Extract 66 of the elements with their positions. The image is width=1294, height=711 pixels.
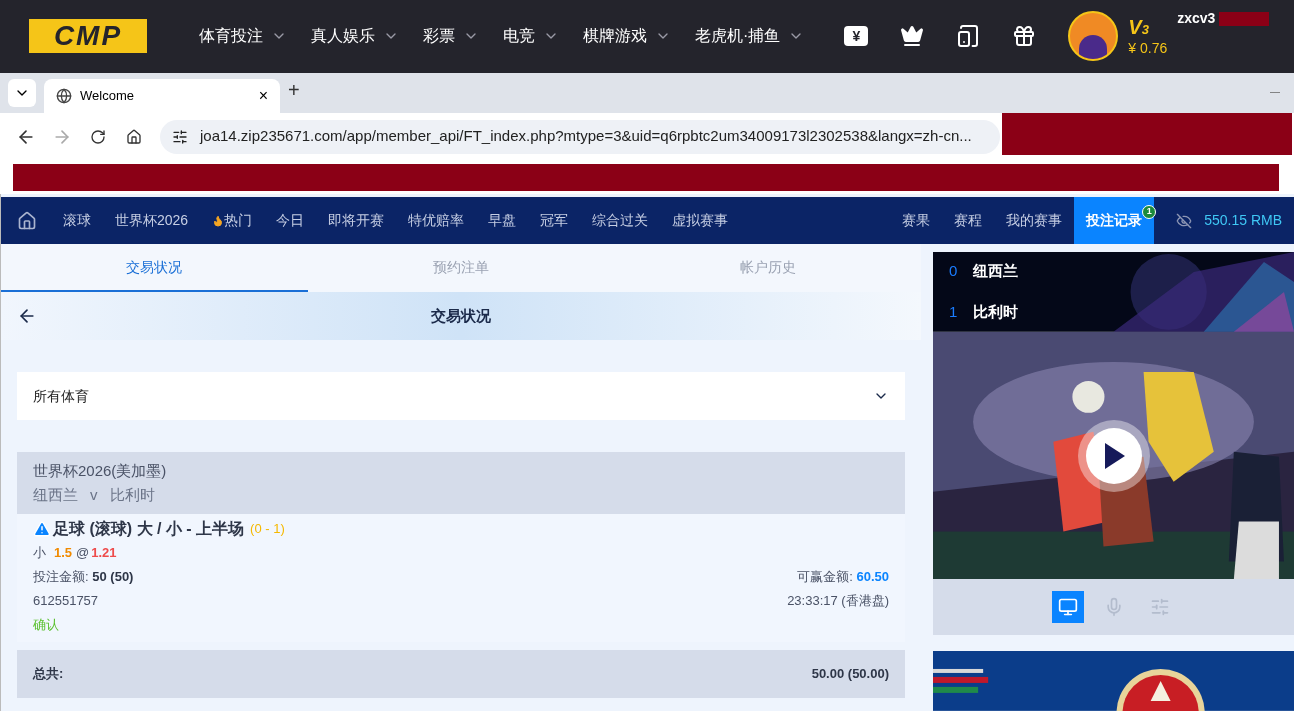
- versus: v: [90, 485, 98, 505]
- nav-item[interactable]: 冠军: [528, 210, 581, 231]
- selection: 小: [33, 544, 46, 562]
- avatar[interactable]: [1068, 11, 1119, 61]
- market-name: 足球 (滚球) 大 / 小 - 上半场: [53, 520, 245, 538]
- nav-item[interactable]: 虚拟赛事: [660, 210, 741, 231]
- monitor-icon[interactable]: [1051, 591, 1084, 624]
- team-name: 纽西兰: [33, 485, 78, 505]
- balance: ¥ 0.76: [1128, 39, 1168, 58]
- ticket-number: 612551757: [33, 592, 99, 610]
- globe-icon: [56, 88, 72, 104]
- count-badge: 1: [1142, 205, 1157, 219]
- close-button[interactable]: ×: [258, 84, 268, 108]
- tab-list-button[interactable]: [8, 79, 36, 107]
- total-value: 50.00 (50.00): [811, 665, 889, 684]
- menu-item[interactable]: 真人娱乐: [311, 24, 399, 48]
- hide-balance-icon[interactable]: [1176, 212, 1193, 229]
- gift-icon[interactable]: [1012, 24, 1037, 48]
- menu-item[interactable]: 电竞: [503, 24, 559, 48]
- menu-item[interactable]: 彩票: [423, 24, 479, 48]
- nav-item[interactable]: 即将开赛: [316, 210, 397, 231]
- bet-time: 23:33:17 (香港盘): [787, 592, 889, 610]
- sport-dropdown[interactable]: 所有体育: [17, 372, 905, 420]
- nav-item[interactable]: 热门: [200, 210, 265, 231]
- username: zxcv3: [1177, 9, 1216, 28]
- nav-item[interactable]: 我的赛事: [994, 197, 1075, 244]
- reload-icon[interactable]: [90, 128, 106, 145]
- nav-item[interactable]: 赛果: [890, 197, 943, 244]
- tab-title: Welcome: [80, 87, 135, 106]
- home-icon[interactable]: [17, 210, 37, 231]
- home-icon[interactable]: [126, 128, 142, 145]
- flame-icon: [212, 214, 225, 227]
- ticket-icon[interactable]: ¥: [844, 26, 869, 46]
- odds: 1.21: [91, 544, 117, 562]
- vip-level: V3: [1128, 14, 1150, 40]
- menu-item[interactable]: 体育投注: [199, 24, 287, 48]
- total-label: 总共:: [33, 665, 64, 684]
- address-bar[interactable]: joa14.zip235671.com/app/member_api/FT_index.php?mtype=3&uid=q6rpbtc2um34009173l2302538&langx=zh-cn...: [160, 119, 1000, 154]
- new-tab-button[interactable]: +: [288, 75, 300, 105]
- redaction-bar: [1219, 11, 1270, 26]
- nav-item[interactable]: 世界杯2026: [103, 210, 201, 231]
- balance: 550.15 RMB: [1204, 211, 1282, 230]
- crown-icon[interactable]: [900, 24, 925, 48]
- browser-tab[interactable]: Welcome ×: [44, 79, 280, 113]
- logo[interactable]: CMP: [29, 19, 147, 53]
- potential-win: 可赢金额: 60.50: [797, 568, 889, 586]
- nav-item[interactable]: 早盘: [476, 210, 529, 231]
- nav-item[interactable]: 今日: [264, 210, 317, 231]
- nav-item[interactable]: 滚球: [51, 210, 103, 231]
- nav-item[interactable]: 综合过关: [580, 210, 661, 231]
- stake: 投注金额: 50 (50): [33, 568, 134, 586]
- league-name: 世界杯2026(美加墨): [33, 461, 168, 481]
- menu-item[interactable]: 棋牌游戏: [583, 24, 671, 48]
- bet-status: 确认: [33, 616, 60, 634]
- minimize-button[interactable]: —: [1270, 84, 1280, 99]
- page-title: 交易状况: [430, 305, 492, 326]
- menu-item[interactable]: 老虎机·捕鱼: [695, 24, 805, 48]
- team-name: 比利时: [109, 485, 155, 505]
- tablet-icon[interactable]: [956, 24, 981, 48]
- nav-item[interactable]: 特优赔率: [396, 210, 477, 231]
- handicap-line: 1.5: [54, 544, 73, 562]
- nav-item[interactable]: 赛程: [942, 197, 995, 244]
- score: (0 - 1): [250, 520, 285, 538]
- at-sign: @: [76, 544, 90, 562]
- warning-icon: [33, 520, 51, 538]
- nav-item[interactable]: 投注记录 1: [1074, 197, 1155, 244]
